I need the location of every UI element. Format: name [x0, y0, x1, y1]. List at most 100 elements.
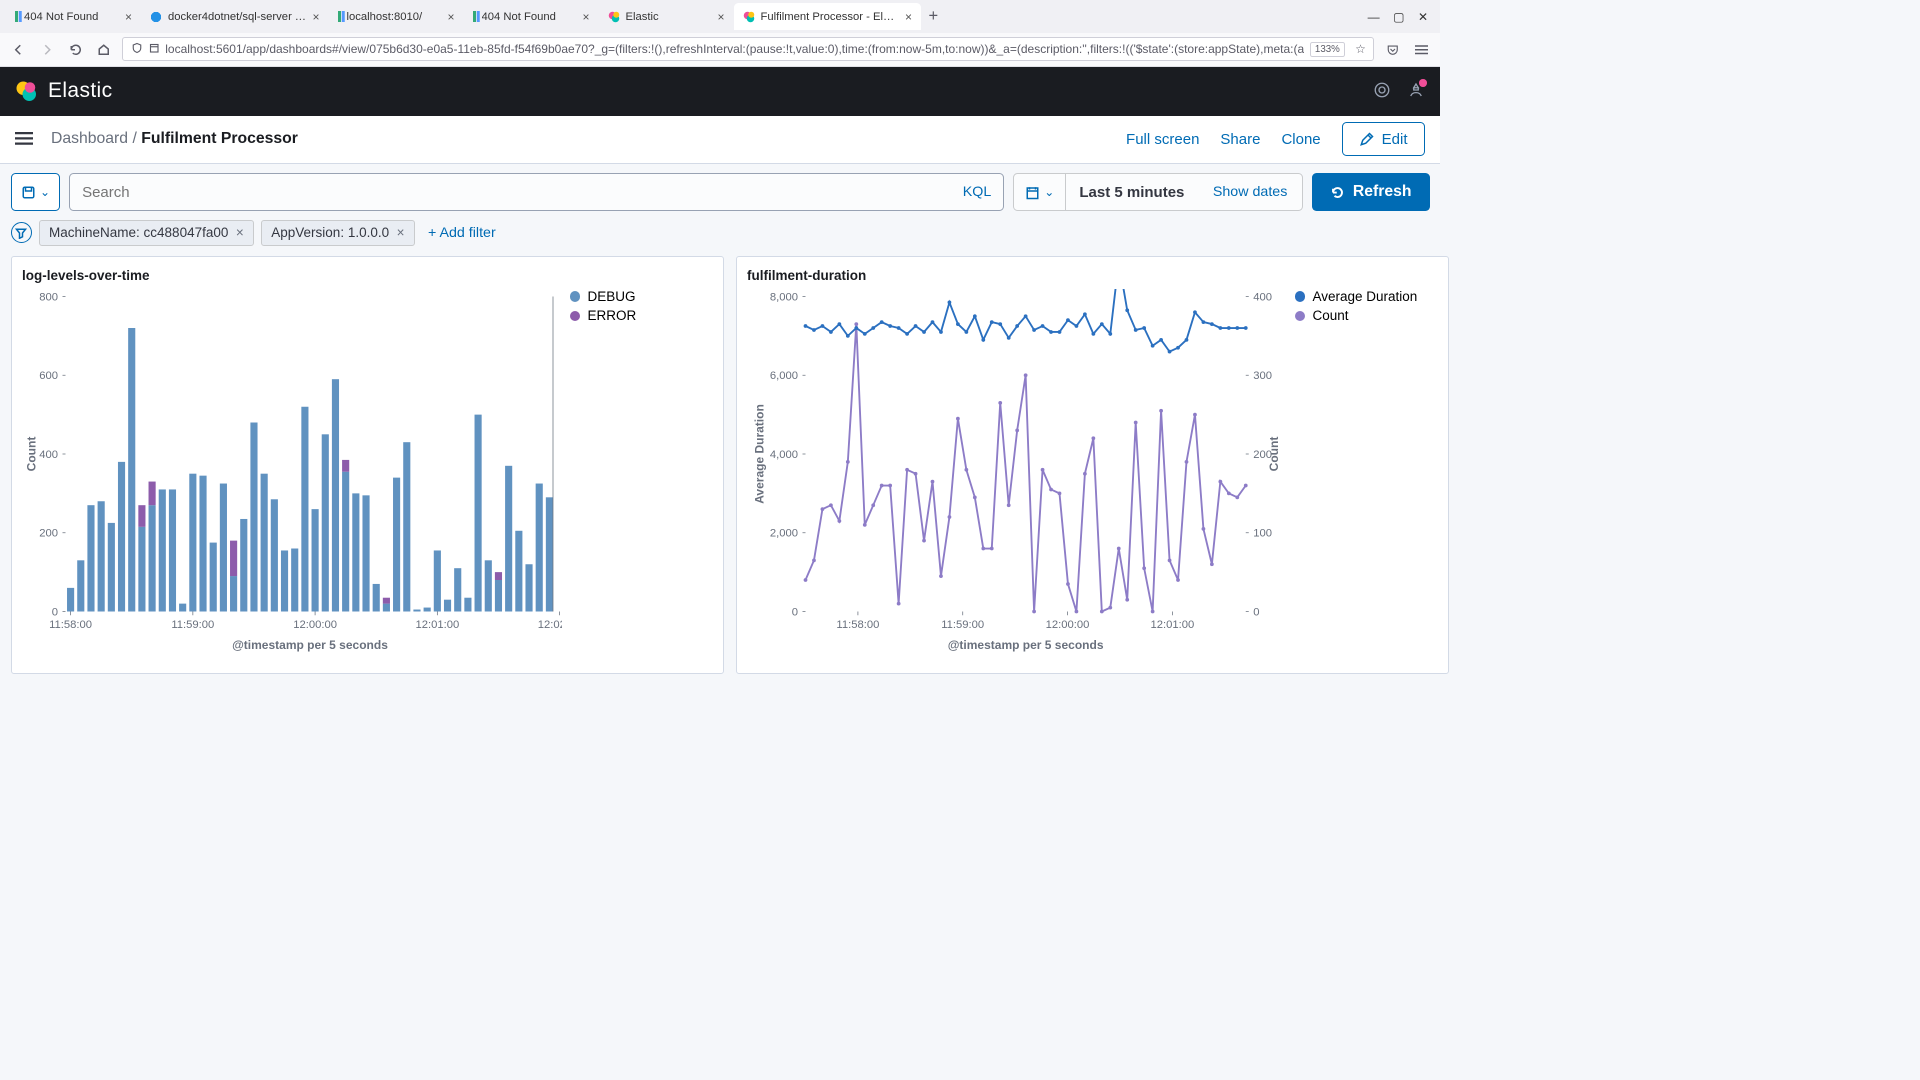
browser-chrome: 404 Not Found× docker4dotnet/sql-server …	[0, 0, 1440, 67]
favicon-icon	[150, 11, 162, 23]
tab-active[interactable]: Fulfilment Processor - Elastic×	[734, 3, 922, 30]
shield-icon[interactable]	[131, 42, 143, 57]
breadcrumb-current: Fulfilment Processor	[141, 130, 298, 147]
forward-icon[interactable]	[37, 39, 56, 60]
favicon-icon	[473, 11, 476, 22]
user-profile-icon[interactable]	[1407, 81, 1425, 102]
dashboard-panels: log-levels-over-time 020040060080011:58:…	[0, 256, 1440, 674]
home-icon[interactable]	[94, 39, 113, 60]
date-range-label[interactable]: Last 5 minutes	[1066, 184, 1198, 201]
svg-text:0: 0	[792, 606, 798, 618]
panel-title: fulfilment-duration	[747, 268, 1437, 283]
url-text: localhost:5601/app/dashboards#/view/075b…	[165, 42, 1304, 56]
search-box[interactable]: KQL	[69, 173, 1004, 211]
search-input[interactable]	[82, 184, 954, 201]
svg-text:400: 400	[39, 449, 58, 461]
svg-text:@timestamp per 5 seconds: @timestamp per 5 seconds	[232, 638, 388, 652]
saved-query-button[interactable]: ⌄	[11, 173, 61, 211]
share-button[interactable]: Share	[1220, 131, 1260, 148]
legend-dot-icon	[1295, 291, 1306, 302]
svg-text:11:58:00: 11:58:00	[49, 619, 92, 631]
logo[interactable]: Elastic	[15, 79, 112, 103]
svg-text:100: 100	[1253, 527, 1272, 539]
nav-toggle-icon[interactable]	[15, 129, 33, 150]
breadcrumb-root[interactable]: Dashboard	[51, 130, 128, 147]
date-picker: ⌄ Last 5 minutes Show dates	[1013, 173, 1303, 211]
close-icon[interactable]: ×	[312, 10, 319, 24]
tab[interactable]: Elastic×	[599, 3, 734, 30]
favicon-icon	[15, 11, 18, 22]
svg-text:12:00:00: 12:00:00	[293, 619, 337, 631]
legend-item[interactable]: Average Duration	[1295, 289, 1438, 304]
clone-button[interactable]: Clone	[1281, 131, 1320, 148]
bar-chart[interactable]: 020040060080011:58:0011:59:0012:00:0012:…	[22, 289, 562, 657]
svg-text:Count: Count	[1267, 436, 1281, 471]
legend-dot-icon	[570, 291, 581, 302]
svg-text:@timestamp per 5 seconds: @timestamp per 5 seconds	[948, 638, 1104, 652]
calendar-button[interactable]: ⌄	[1014, 174, 1066, 210]
svg-text:12:02:00: 12:02:00	[538, 619, 562, 631]
funnel-icon	[15, 227, 27, 239]
zoom-badge[interactable]: 133%	[1310, 42, 1344, 57]
add-filter-button[interactable]: + Add filter	[428, 225, 496, 241]
remove-filter-icon[interactable]: ×	[397, 225, 405, 240]
maximize-icon[interactable]: ▢	[1393, 10, 1404, 24]
tab[interactable]: localhost:8010/×	[329, 3, 464, 30]
legend: DEBUG ERROR	[570, 289, 713, 660]
filter-pill[interactable]: MachineName: cc488047fa00×	[39, 220, 254, 246]
close-icon[interactable]: ×	[582, 10, 589, 24]
elastic-logo-icon	[15, 80, 38, 103]
svg-text:2,000: 2,000	[770, 527, 798, 539]
refresh-button[interactable]: Refresh	[1312, 173, 1429, 211]
window-controls: — ▢ ✕	[1368, 10, 1434, 24]
edit-button[interactable]: Edit	[1342, 122, 1425, 156]
legend-item[interactable]: Count	[1295, 308, 1438, 323]
panel-log-levels: log-levels-over-time 020040060080011:58:…	[11, 256, 724, 674]
close-icon[interactable]: ×	[717, 10, 724, 24]
pocket-icon[interactable]	[1383, 39, 1402, 60]
chevron-down-icon: ⌄	[1044, 185, 1054, 199]
app-menu-icon[interactable]	[1412, 39, 1431, 60]
breadcrumb: Dashboard / Fulfilment Processor	[51, 130, 298, 148]
minimize-icon[interactable]: —	[1368, 10, 1380, 24]
url-bar[interactable]: localhost:5601/app/dashboards#/view/075b…	[122, 37, 1374, 61]
refresh-icon	[1330, 185, 1345, 200]
tab[interactable]: docker4dotnet/sql-server Tags×	[141, 3, 329, 30]
svg-text:6,000: 6,000	[770, 370, 798, 382]
calendar-icon	[1025, 185, 1040, 200]
query-bar: ⌄ KQL ⌄ Last 5 minutes Show dates Refres…	[0, 164, 1440, 220]
close-icon[interactable]: ×	[125, 10, 132, 24]
svg-text:11:59:00: 11:59:00	[941, 619, 984, 631]
close-window-icon[interactable]: ✕	[1418, 10, 1428, 24]
app-header: Elastic	[0, 67, 1440, 116]
panel-fulfilment-duration: fulfilment-duration 02,0004,0006,0008,00…	[736, 256, 1449, 674]
show-dates-button[interactable]: Show dates	[1198, 184, 1302, 200]
tab[interactable]: 404 Not Found×	[6, 3, 141, 30]
kql-toggle[interactable]: KQL	[963, 184, 992, 200]
filter-menu-button[interactable]	[11, 222, 32, 243]
favicon-icon	[608, 11, 620, 23]
legend-item[interactable]: ERROR	[570, 308, 713, 323]
close-icon[interactable]: ×	[905, 10, 912, 24]
svg-text:12:01:00: 12:01:00	[1150, 619, 1194, 631]
svg-text:11:58:00: 11:58:00	[836, 619, 879, 631]
reload-icon[interactable]	[66, 39, 85, 60]
page-info-icon[interactable]	[149, 42, 160, 56]
svg-text:300: 300	[1253, 370, 1272, 382]
filter-pill[interactable]: AppVersion: 1.0.0.0×	[261, 220, 414, 246]
new-tab-button[interactable]: +	[929, 7, 939, 26]
fullscreen-button[interactable]: Full screen	[1126, 131, 1199, 148]
tab[interactable]: 404 Not Found×	[464, 3, 599, 30]
disk-icon	[21, 185, 36, 200]
remove-filter-icon[interactable]: ×	[236, 225, 244, 240]
back-icon[interactable]	[9, 39, 28, 60]
svg-text:0: 0	[1253, 606, 1259, 618]
close-icon[interactable]: ×	[447, 10, 454, 24]
favicon-icon	[743, 11, 755, 23]
legend: Average Duration Count	[1295, 289, 1438, 660]
svg-text:800: 800	[39, 291, 58, 303]
news-feed-icon[interactable]	[1373, 81, 1391, 102]
legend-item[interactable]: DEBUG	[570, 289, 713, 304]
bookmark-icon[interactable]: ☆	[1355, 42, 1366, 56]
line-chart[interactable]: 02,0004,0006,0008,000010020030040011:58:…	[747, 289, 1287, 657]
